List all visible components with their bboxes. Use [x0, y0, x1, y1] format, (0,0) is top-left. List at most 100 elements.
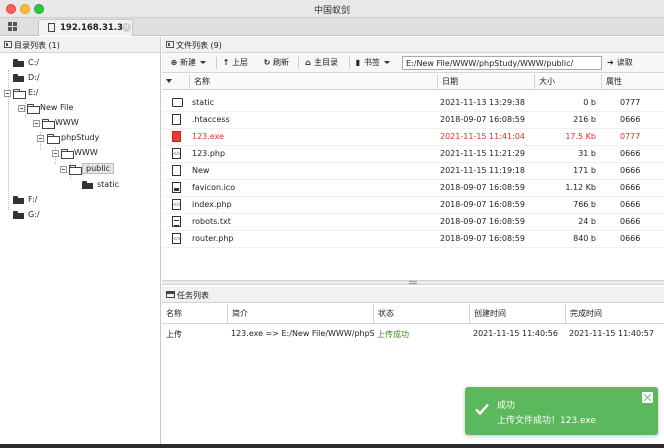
folder-open-icon [27, 104, 40, 114]
collapse-toggle-icon[interactable] [60, 166, 67, 173]
collapse-toggle-icon[interactable] [33, 120, 40, 127]
file-row[interactable]: 123.exe 2021-11-15 11:41:04 17.5 Kb 0777 [162, 129, 664, 146]
collapse-toggle-icon[interactable] [52, 150, 59, 157]
bookmark-button-label: 书签 [364, 58, 380, 67]
tab-host[interactable]: 192.168.31.32 × [38, 19, 133, 36]
directory-panel-title: 目录列表 (1) [14, 41, 60, 50]
task-column-name[interactable]: 名称 [162, 304, 228, 324]
tree-item[interactable]: phpStudy [37, 132, 157, 146]
folder-open-icon [13, 89, 26, 99]
collapse-toggle-icon[interactable] [37, 135, 44, 142]
file-date: 2018-09-07 16:08:59 [440, 217, 525, 226]
tree-item[interactable]: static [82, 179, 157, 193]
tree-item-label: WWW [74, 148, 98, 157]
bottom-edge [0, 444, 664, 448]
file-row[interactable]: favicon.ico 2018-09-07 16:08:59 1.12 Kb … [162, 180, 664, 197]
tree-item-label: F:/ [28, 195, 38, 204]
file-date: 2018-09-07 16:08:59 [440, 115, 525, 124]
folder-open-icon [69, 165, 82, 175]
file-row[interactable]: static 2021-11-13 13:29:38 0 b 0777 [162, 95, 664, 112]
tab-label: 192.168.31.32 [60, 23, 129, 33]
file-date: 2018-09-07 16:08:59 [440, 200, 525, 209]
folder-icon [13, 211, 24, 219]
file-row[interactable]: New 2021-11-15 11:19:18 171 b 0666 [162, 163, 664, 180]
file-size: 24 b [578, 217, 596, 226]
file-row[interactable]: .htaccess 2018-09-07 16:08:59 216 b 0666 [162, 112, 664, 129]
task-desc: 123.exe => E:/New File/WWW/phpStu [231, 329, 374, 338]
file-row[interactable]: 123.php 2021-11-15 11:21:29 31 b 0666 [162, 146, 664, 163]
tab-bar: 192.168.31.32 × [0, 18, 664, 36]
refresh-button[interactable]: ↻ 刷新 [263, 57, 289, 69]
code-file-icon [172, 148, 181, 159]
sort-column-header[interactable] [162, 74, 190, 90]
grid-icon[interactable] [8, 22, 18, 32]
window-title: 中国蚁剑 [313, 6, 350, 16]
collapse-toggle-icon[interactable] [18, 105, 25, 112]
task-status: 上传成功 [377, 330, 409, 339]
toast-message: 上传文件成功！123.exe [497, 416, 597, 426]
path-input[interactable] [402, 56, 602, 70]
file-size: 1.12 Kb [565, 183, 596, 192]
up-button[interactable]: ↑ 上层 [222, 57, 248, 69]
arrow-up-icon: ↑ [222, 58, 230, 67]
toast-close-icon[interactable] [642, 392, 653, 403]
file-row[interactable]: robots.txt 2018-09-07 16:08:59 24 b 0666 [162, 214, 664, 231]
tab-close-icon[interactable]: × [122, 23, 131, 32]
tree-item[interactable]: G:/ [4, 209, 154, 223]
column-header-date[interactable]: 日期 [438, 74, 535, 90]
task-column-desc[interactable]: 简介 [228, 304, 374, 324]
file-date: 2021-11-15 11:21:29 [440, 149, 525, 158]
tree-item[interactable]: D:/ [4, 72, 154, 86]
chevron-down-icon [384, 61, 390, 64]
task-panel-title: 任务列表 [177, 291, 209, 300]
collapse-toggle-icon[interactable] [4, 90, 11, 97]
file-name: 123.exe [192, 132, 225, 141]
task-column-finished[interactable]: 完成时间 [566, 304, 664, 324]
file-icon [48, 23, 55, 32]
text-file-icon [172, 216, 181, 227]
tree-item[interactable]: F:/ [4, 194, 154, 208]
column-header-attr[interactable]: 属性 [602, 74, 664, 90]
toast-title: 成功 [497, 401, 516, 411]
home-icon: ⌂ [305, 58, 311, 67]
task-column-status[interactable]: 状态 [374, 304, 470, 324]
file-list-icon [166, 41, 174, 48]
tree-item-selected[interactable]: public [60, 163, 157, 177]
file-row[interactable]: router.php 2018-09-07 16:08:59 840 b 066… [162, 231, 664, 248]
file-name: robots.txt [192, 217, 231, 226]
folder-open-icon [47, 134, 60, 144]
tree-item[interactable]: New File [18, 102, 158, 116]
success-toast: 成功 上传文件成功！123.exe [465, 387, 658, 435]
file-attr: 0666 [620, 166, 641, 175]
folder-icon [13, 59, 24, 67]
home-button[interactable]: ⌂ 主目录 [304, 57, 338, 69]
panel-splitter[interactable] [162, 280, 664, 285]
task-list-icon [166, 291, 175, 298]
code-file-icon [172, 199, 181, 210]
column-header-size[interactable]: 大小 [535, 74, 602, 90]
file-date: 2018-09-07 16:08:59 [440, 234, 525, 243]
file-date: 2021-11-13 13:29:38 [440, 98, 525, 107]
file-size: 31 b [578, 149, 596, 158]
tree-item[interactable]: WWW [52, 147, 157, 161]
plus-circle-icon: ⊕ [170, 58, 178, 67]
new-button[interactable]: ⊕ 新建 [170, 57, 206, 69]
task-table-header: 名称 简介 状态 创建时间 完成时间 [162, 304, 664, 324]
title-bar: 中国蚁剑 [0, 0, 664, 18]
file-row[interactable]: index.php 2018-09-07 16:08:59 766 b 0666 [162, 197, 664, 214]
folder-icon [82, 181, 93, 189]
new-button-label: 新建 [180, 58, 196, 67]
task-row[interactable]: 上传 123.exe => E:/New File/WWW/phpStu 上传成… [162, 325, 664, 341]
tree-item-label: WWW [55, 118, 79, 127]
tree-item[interactable]: E:/ [4, 87, 154, 101]
column-header-name[interactable]: 名称 [190, 74, 438, 90]
tree-item[interactable]: WWW [33, 117, 158, 131]
file-attr: 0777 [620, 98, 641, 107]
bookmark-button[interactable]: ▮ 书签 [354, 57, 390, 69]
tree-item[interactable]: C:/ [4, 57, 154, 71]
read-button[interactable]: ➜ 读取 [607, 57, 633, 68]
up-button-label: 上层 [232, 58, 248, 67]
file-attr: 0666 [620, 183, 641, 192]
task-name: 上传 [166, 330, 182, 339]
task-column-created[interactable]: 创建时间 [470, 304, 566, 324]
